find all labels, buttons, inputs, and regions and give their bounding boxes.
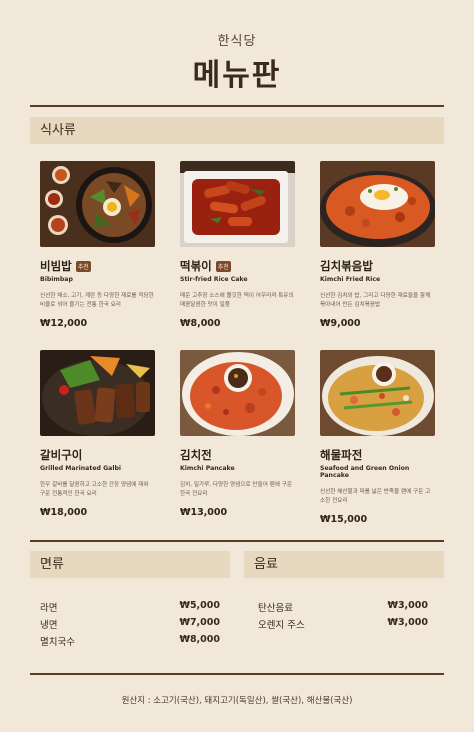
- dish-english-name: Stir-fried Rice Cake: [180, 276, 248, 283]
- dish-card: 김치볶음밥 Kimchi Fried Rice 신선한 김치와 밥, 그리고 다…: [320, 161, 440, 329]
- dish-name: 김치전: [180, 448, 212, 462]
- item-price: ₩5,000: [179, 600, 220, 611]
- item-name: 탄산음료: [258, 603, 293, 614]
- menu-item: 냉면 ₩7,000: [40, 617, 220, 631]
- dish-card: 해물파전 Seafood and Green Onion Pancake 신선한…: [320, 350, 440, 525]
- section-header-main: 식사류: [30, 117, 444, 144]
- galbi-photo: [40, 350, 155, 436]
- dish-price: ₩12,000: [40, 318, 88, 329]
- dish-name: 비빔밥: [40, 259, 72, 273]
- dish-price: ₩9,000: [320, 318, 361, 329]
- item-name: 라면: [40, 603, 58, 614]
- menu-item: 탄산음료 ₩3,000: [258, 600, 428, 614]
- item-price: ₩8,000: [179, 634, 220, 645]
- dish-name: 해물파전: [320, 448, 363, 462]
- dish-name: 떡볶이: [180, 259, 212, 273]
- page-title: 메뉴판: [192, 58, 282, 93]
- dish-english-name: Bibimbap: [40, 276, 73, 283]
- dish-card: 갈비구이 Grilled Marinated Galbi 한우 갈비를 달콤하고…: [40, 350, 160, 518]
- divider: [30, 673, 444, 675]
- dish-price: ₩8,000: [180, 318, 221, 329]
- dish-price: ₩13,000: [180, 507, 228, 518]
- item-price: ₩3,000: [387, 600, 428, 611]
- menu-item: 오렌지 주스 ₩3,000: [258, 617, 428, 631]
- dish-english-name: Kimchi Fried Rice: [320, 276, 381, 283]
- section-header-noodles: 면류: [30, 551, 230, 578]
- kimchi-pancake-photo: [180, 350, 295, 436]
- dish-description: 신선한 해산물과 파를 넓은 반죽물 팬에 구운 고소한 전요리: [320, 489, 431, 504]
- dish-card: 비빔밥 추천 Bibimbap 신선한 채소, 고기, 계란 등 다양한 재료를…: [40, 161, 160, 329]
- dish-name: 김치볶음밥: [320, 259, 373, 273]
- dish-price: ₩18,000: [40, 507, 88, 518]
- item-name: 멸치국수: [40, 637, 75, 648]
- recommended-badge: 추천: [75, 260, 91, 272]
- dish-card: 떡볶이 추천 Stir-fried Rice Cake 매운 고추장 소스에 쫄…: [180, 161, 300, 329]
- dish-description: 한우 갈비를 달콤하고 고소한 간장 양념에 재워 구운 전통적인 한국 요리: [40, 482, 149, 497]
- dish-card: 김치전 Kimchi Pancake 김치, 밀가루, 다양한 양념으로 만들어…: [180, 350, 300, 518]
- dish-description: 신선한 채소, 고기, 계란 등 다양한 재료를 적당한 비율로 섞어 즐기는 …: [40, 293, 154, 308]
- menu-item: 라면 ₩5,000: [40, 600, 220, 614]
- dish-description: 김치, 밀가루, 다양한 양념으로 만들어 팬에 구운 한국 전요리: [180, 482, 293, 497]
- bibimbap-photo: [40, 161, 155, 247]
- haemul-pajeon-photo: [320, 350, 435, 436]
- dish-description: 매운 고추장 소스에 쫄깃한 떡이 어우러져 특유의 매콤달콤한 맛이 일품: [180, 293, 294, 308]
- item-name: 냉면: [40, 620, 58, 631]
- menu-item: 멸치국수 ₩8,000: [40, 634, 220, 648]
- section-header-drinks: 음료: [244, 551, 444, 578]
- restaurant-subtitle: 한식당: [217, 34, 257, 49]
- origin-notice: 원산지 : 소고기(국산), 돼지고기(독일산), 쌀(국산), 해산물(국산): [121, 696, 353, 706]
- divider: [30, 540, 444, 542]
- dish-english-name: Seafood and Green Onion Pancake: [320, 465, 410, 479]
- divider: [30, 105, 444, 107]
- dish-price: ₩15,000: [320, 514, 368, 525]
- dish-description: 신선한 김치와 밥, 그리고 다양한 재료들을 함께 볶아내어 만든 김치볶음밥: [320, 293, 431, 308]
- dish-english-name: Grilled Marinated Galbi: [40, 465, 122, 472]
- recommended-badge: 추천: [215, 260, 231, 272]
- kimchi-fried-rice-photo: [320, 161, 435, 247]
- tteokbokki-photo: [180, 161, 295, 247]
- dish-name: 갈비구이: [40, 448, 83, 462]
- item-price: ₩7,000: [179, 617, 220, 628]
- item-price: ₩3,000: [387, 617, 428, 628]
- item-name: 오렌지 주스: [258, 620, 305, 631]
- dish-english-name: Kimchi Pancake: [180, 465, 235, 472]
